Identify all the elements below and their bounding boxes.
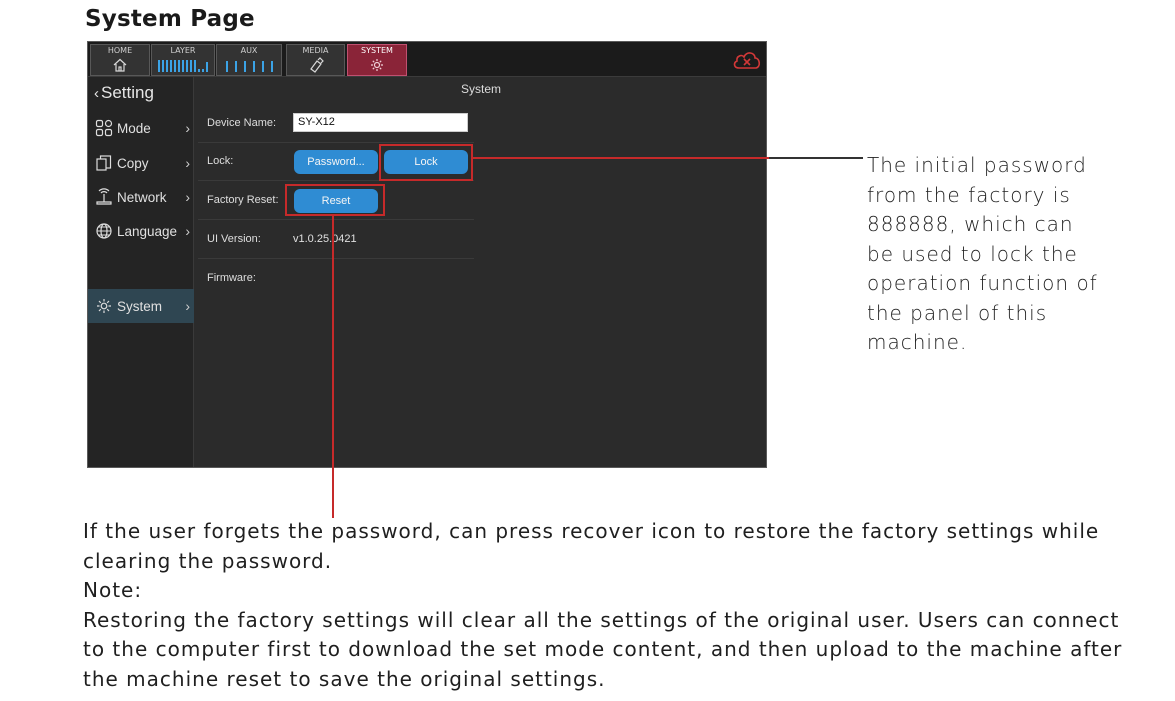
bottom-annotation: If the user forgets the password, can pr… [83,517,1123,694]
page-title: System Page [85,6,255,32]
chevron-right-icon: › [185,120,190,136]
sidebar-item-label: Copy [117,155,149,171]
sidebar-header-label: Setting [101,83,154,102]
sidebar-item-label: Mode [117,120,151,136]
tab-aux[interactable]: AUX [216,44,282,76]
level-meter-icon [152,58,214,72]
cloud-disconnected-icon[interactable] [731,48,763,72]
note-text: Restoring the factory settings will clea… [83,607,1123,691]
chevron-right-icon: › [185,223,190,239]
section-title: System [461,82,502,96]
tab-system-label: SYSTEM [361,46,393,55]
copy-icon [96,155,112,171]
firmware-label: Firmware: [207,272,256,284]
reset-callout-text: If the user forgets the password, can pr… [83,519,1100,573]
ui-version-label: UI Version: [207,233,261,245]
level-meter-icon [217,58,281,72]
tab-home-label: HOME [107,46,133,55]
factory-reset-label: Factory Reset: [207,194,279,206]
globe-icon [96,223,112,239]
lock-button-highlight [379,144,473,181]
sidebar-item-copy[interactable]: Copy › [88,146,194,180]
tab-media-label: MEDIA [302,46,329,55]
firmware-row: Firmware: [198,260,474,298]
reset-button-highlight [285,184,385,216]
tab-layer-label: LAYER [170,46,196,55]
lock-label: Lock: [207,155,234,167]
sidebar-item-mode[interactable]: Mode › [88,111,194,145]
tab-media[interactable]: MEDIA [286,44,345,76]
chevron-right-icon: › [185,189,190,205]
home-icon [113,58,127,72]
device-name-label: Device Name: [207,117,277,129]
reset-leader-line [332,216,334,518]
device-screenshot: HOME LAYER AUX MEDIA SYSTEM ‹ Setting Mo… [87,41,767,468]
chevron-right-icon: › [185,155,190,171]
settings-sidebar: ‹ Setting Mode › Copy › Network › Langua… [88,77,194,467]
lock-callout-text: The initial password from the factory is… [867,153,1098,354]
usb-drive-icon [309,57,324,73]
sidebar-back-button[interactable]: ‹ Setting [94,83,154,103]
tab-aux-label: AUX [240,46,258,55]
device-name-row: Device Name: SY-X12 [198,105,474,143]
sidebar-item-language[interactable]: Language › [88,214,194,248]
chevron-left-icon: ‹ [94,85,99,102]
network-icon [96,188,112,205]
chevron-right-icon: › [185,298,190,314]
sidebar-item-label: System [117,298,163,314]
sidebar-item-label: Language [117,223,178,239]
tab-home[interactable]: HOME [90,44,150,76]
note-label: Note: [83,578,143,602]
gear-icon [97,299,111,313]
ui-version-row: UI Version: v1.0.25.0421 [198,221,474,259]
lock-leader-line-ext [769,157,863,159]
tab-system[interactable]: SYSTEM [347,44,407,76]
tab-layer[interactable]: LAYER [151,44,215,76]
sidebar-item-label: Network [117,189,167,205]
device-name-input[interactable]: SY-X12 [293,113,468,132]
password-button[interactable]: Password... [294,150,378,174]
lock-leader-line [473,157,769,159]
sidebar-item-system[interactable]: System › [88,289,194,323]
top-tab-bar: HOME LAYER AUX MEDIA SYSTEM [88,42,766,77]
gear-icon [371,59,383,71]
grid-icon [95,119,113,137]
ui-version-value: v1.0.25.0421 [293,233,357,245]
sidebar-item-network[interactable]: Network › [88,180,194,214]
